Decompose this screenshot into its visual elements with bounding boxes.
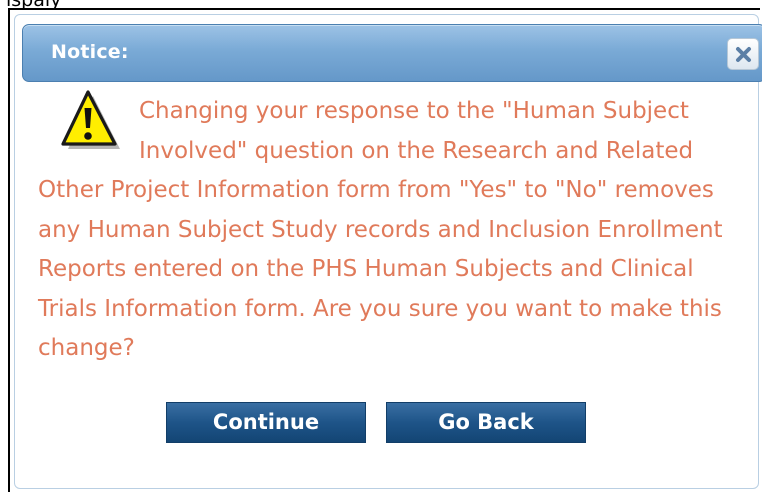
dialog-titlebar: Notice: <box>22 24 762 82</box>
notice-message: Changing your response to the "Human Sub… <box>38 98 723 361</box>
page: ispaly Notice: Changing your response to… <box>0 0 762 493</box>
close-button[interactable] <box>727 38 759 70</box>
go-back-button[interactable]: Go Back <box>386 402 586 443</box>
dialog-title: Notice: <box>51 41 129 63</box>
continue-button[interactable]: Continue <box>166 402 366 443</box>
close-icon <box>736 47 751 62</box>
